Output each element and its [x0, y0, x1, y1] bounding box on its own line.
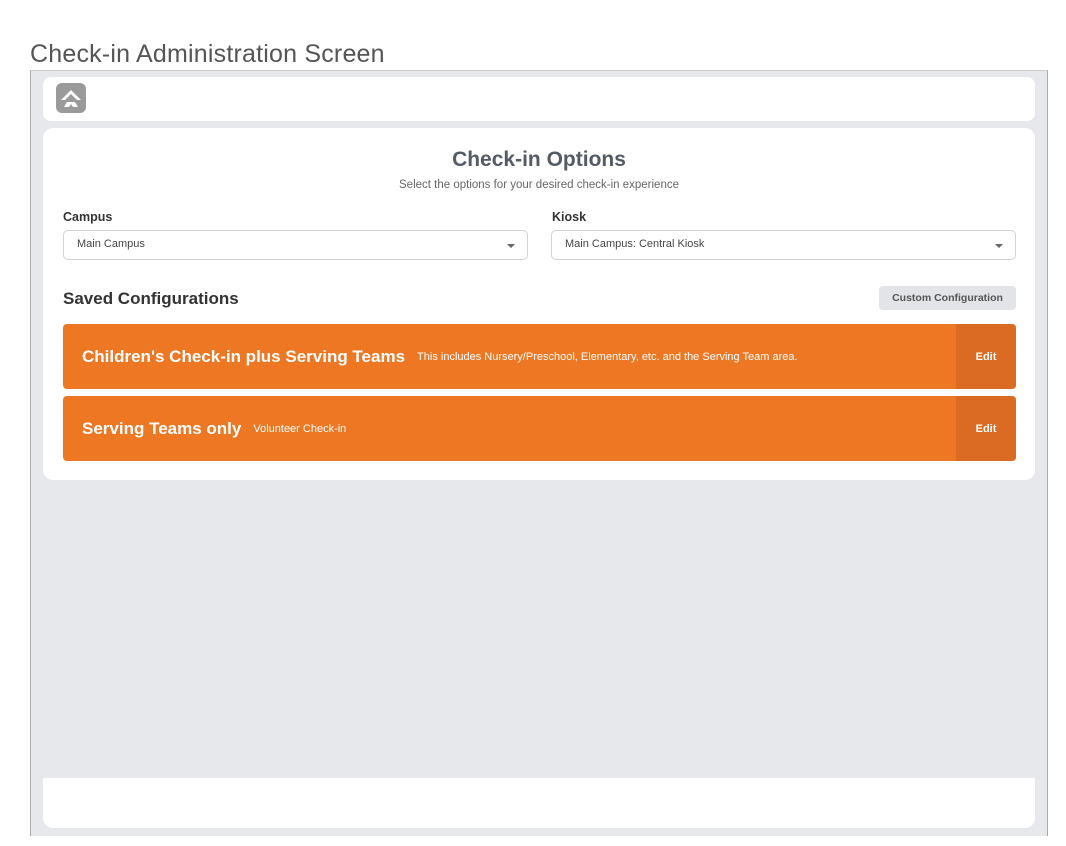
chevron-down-icon: [995, 244, 1003, 248]
kiosk-select-value: Main Campus: Central Kiosk: [565, 238, 705, 250]
page-footer: [43, 778, 1035, 828]
edit-config-button[interactable]: Edit: [956, 396, 1016, 461]
config-description: This includes Nursery/Preschool, Element…: [417, 350, 798, 363]
app-window: Check-in Options Select the options for …: [30, 70, 1048, 836]
edit-config-button[interactable]: Edit: [956, 324, 1016, 389]
chevron-down-icon: [507, 244, 515, 248]
config-name: Children's Check-in plus Serving Teams: [82, 346, 406, 366]
config-select-area[interactable]: Serving Teams only Volunteer Check-in: [63, 396, 956, 461]
page-title: Check-in Options: [452, 148, 626, 171]
campus-label: Campus: [63, 210, 113, 224]
custom-configuration-button[interactable]: Custom Configuration: [879, 286, 1016, 310]
saved-configurations-heading: Saved Configurations: [63, 289, 239, 308]
config-row-children-serving[interactable]: Children's Check-in plus Serving Teams T…: [63, 324, 1016, 389]
config-row-serving-only[interactable]: Serving Teams only Volunteer Check-in Ed…: [63, 396, 1016, 461]
checkin-options-card: Check-in Options Select the options for …: [43, 128, 1035, 480]
top-navbar: [43, 77, 1035, 121]
campus-select[interactable]: Main Campus: [63, 230, 528, 260]
page-subtitle: Select the options for your desired chec…: [399, 179, 679, 191]
screenshot-caption: Check-in Administration Screen: [30, 40, 385, 68]
config-select-area[interactable]: Children's Check-in plus Serving Teams T…: [63, 324, 956, 389]
kiosk-select[interactable]: Main Campus: Central Kiosk: [551, 230, 1016, 260]
rock-logo-icon[interactable]: [56, 83, 86, 113]
config-name: Serving Teams only: [82, 418, 242, 438]
kiosk-label: Kiosk: [552, 210, 587, 224]
campus-select-value: Main Campus: [77, 238, 145, 250]
config-description: Volunteer Check-in: [253, 422, 347, 435]
